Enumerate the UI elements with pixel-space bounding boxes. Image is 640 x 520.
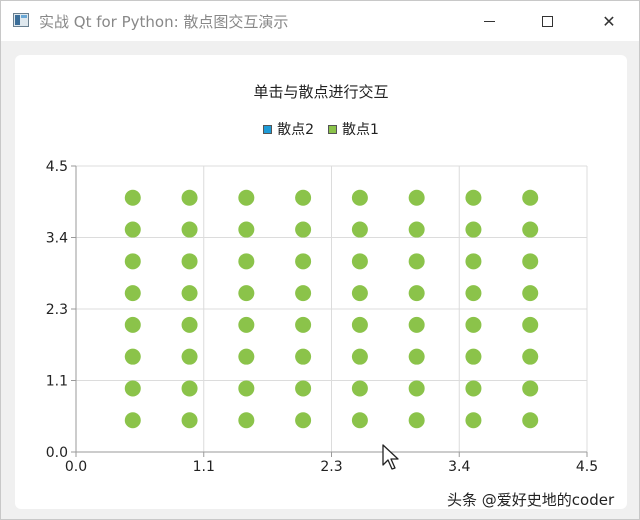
- y-tick-label: 1.1: [46, 374, 68, 390]
- scatter-point[interactable]: [522, 348, 539, 365]
- x-tick-label: 4.5: [576, 459, 598, 475]
- scatter-point[interactable]: [181, 348, 198, 365]
- scatter-point[interactable]: [238, 189, 255, 206]
- scatter-point[interactable]: [295, 189, 312, 206]
- scatter-point[interactable]: [124, 285, 141, 302]
- scatter-point[interactable]: [124, 221, 141, 238]
- scatter-point[interactable]: [465, 380, 482, 397]
- scatter-point[interactable]: [238, 253, 255, 270]
- y-tick-label: 3.4: [46, 231, 68, 247]
- scatter-point[interactable]: [351, 316, 368, 333]
- scatter-point[interactable]: [295, 316, 312, 333]
- close-icon: ✕: [602, 11, 616, 31]
- scatter-point[interactable]: [295, 285, 312, 302]
- scatter-point[interactable]: [408, 189, 425, 206]
- scatter-point[interactable]: [465, 253, 482, 270]
- scatter-point[interactable]: [465, 412, 482, 429]
- scatter-point[interactable]: [181, 412, 198, 429]
- maximize-icon: [541, 15, 553, 27]
- minimize-icon: [483, 20, 495, 22]
- x-tick-label: 3.4: [448, 459, 470, 475]
- scatter-point[interactable]: [181, 316, 198, 333]
- scatter-point[interactable]: [238, 316, 255, 333]
- scatter-point[interactable]: [295, 221, 312, 238]
- scatter-point[interactable]: [295, 412, 312, 429]
- scatter-point[interactable]: [124, 253, 141, 270]
- scatter-point[interactable]: [408, 316, 425, 333]
- scatter-plot[interactable]: 0.0 1.1 2.3 3.4 4.5 0.0 1.1 2.3 3.4 4.5: [15, 55, 627, 509]
- scatter-point[interactable]: [181, 221, 198, 238]
- scatter-point[interactable]: [522, 316, 539, 333]
- scatter-point[interactable]: [124, 380, 141, 397]
- app-window: 实战 Qt for Python: 散点图交互演示 ✕ 单击与散点进行交互 散点…: [0, 0, 640, 520]
- x-tick-label: 0.0: [65, 459, 87, 475]
- mouse-cursor-icon: [382, 444, 399, 470]
- x-tick-label: 2.3: [320, 459, 342, 475]
- scatter-point[interactable]: [408, 412, 425, 429]
- scatter-point[interactable]: [295, 253, 312, 270]
- y-tick-label: 4.5: [46, 159, 68, 175]
- chart-view[interactable]: 单击与散点进行交互 散点2 散点1 0.0 1.1 2.3 3.4 4.5 0.0 1.1 2…: [15, 55, 627, 509]
- scatter-point[interactable]: [351, 380, 368, 397]
- maximize-button[interactable]: [517, 1, 577, 41]
- y-tick-label: 0.0: [46, 445, 68, 461]
- scatter-point[interactable]: [465, 348, 482, 365]
- scatter-point[interactable]: [295, 380, 312, 397]
- scatter-point[interactable]: [522, 285, 539, 302]
- scatter-point[interactable]: [465, 189, 482, 206]
- scatter-point[interactable]: [522, 412, 539, 429]
- scatter-point[interactable]: [238, 348, 255, 365]
- scatter-point[interactable]: [408, 253, 425, 270]
- scatter-point[interactable]: [181, 380, 198, 397]
- scatter-point[interactable]: [465, 285, 482, 302]
- watermark-text: 头条 @爱好史地的coder: [447, 491, 615, 509]
- scatter-point[interactable]: [351, 189, 368, 206]
- scatter-point[interactable]: [465, 221, 482, 238]
- scatter-point[interactable]: [238, 285, 255, 302]
- scatter-point[interactable]: [408, 348, 425, 365]
- scatter-point[interactable]: [522, 221, 539, 238]
- scatter-point[interactable]: [124, 316, 141, 333]
- title-bar[interactable]: 实战 Qt for Python: 散点图交互演示 ✕: [1, 1, 639, 41]
- scatter-point[interactable]: [522, 253, 539, 270]
- scatter-point[interactable]: [351, 348, 368, 365]
- scatter-point[interactable]: [351, 285, 368, 302]
- x-tick-label: 1.1: [193, 459, 215, 475]
- scatter-point[interactable]: [124, 189, 141, 206]
- scatter-point[interactable]: [522, 380, 539, 397]
- scatter-point[interactable]: [465, 316, 482, 333]
- close-button[interactable]: ✕: [579, 1, 639, 41]
- scatter-point[interactable]: [238, 412, 255, 429]
- scatter-point[interactable]: [181, 189, 198, 206]
- scatter-point[interactable]: [408, 221, 425, 238]
- scatter-point[interactable]: [408, 380, 425, 397]
- scatter-point[interactable]: [181, 253, 198, 270]
- scatter-point[interactable]: [181, 285, 198, 302]
- window-title: 实战 Qt for Python: 散点图交互演示: [39, 13, 289, 31]
- scatter-point[interactable]: [522, 189, 539, 206]
- minimize-button[interactable]: [459, 1, 519, 41]
- scatter-point[interactable]: [351, 412, 368, 429]
- scatter-point[interactable]: [124, 348, 141, 365]
- scatter-point[interactable]: [351, 221, 368, 238]
- scatter-point[interactable]: [295, 348, 312, 365]
- scatter-point[interactable]: [351, 253, 368, 270]
- scatter-point[interactable]: [124, 412, 141, 429]
- scatter-point[interactable]: [238, 380, 255, 397]
- scatter-point[interactable]: [408, 285, 425, 302]
- scatter-point[interactable]: [238, 221, 255, 238]
- app-window-icon: [13, 13, 29, 27]
- y-tick-label: 2.3: [46, 302, 68, 318]
